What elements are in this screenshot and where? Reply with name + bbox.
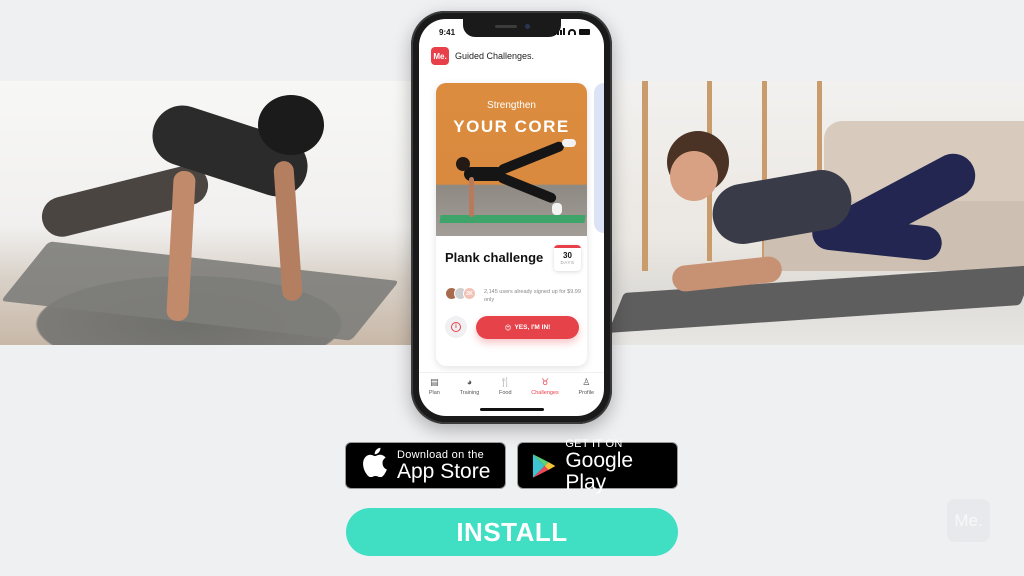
tab-label: Challenges (531, 390, 559, 396)
heart-eyes-emoji-icon: 😍 (504, 324, 512, 332)
bottom-tab-bar: ▤ Plan ◕ Training 🍴 Food ♉ Challenges ♙ … (419, 372, 604, 402)
challenges-icon: ♉ (540, 377, 550, 387)
tab-food[interactable]: 🍴 Food (499, 373, 512, 402)
training-icon: ◕ (466, 377, 473, 387)
calendar-top (554, 245, 581, 248)
tab-training[interactable]: ◕ Training (460, 373, 480, 402)
google-play-small-text: GET IT ON (565, 437, 623, 450)
brand-watermark-logo: Me. (947, 499, 990, 542)
app-store-small-text: Download on the (397, 448, 485, 461)
app-title: Guided Challenges. (455, 51, 535, 61)
days-label: DAYS (560, 260, 575, 265)
photo-woman-plank-right (612, 81, 1024, 345)
yoga-mat (0, 241, 400, 341)
join-challenge-button[interactable]: 😍 YES, I'M IN! (476, 316, 579, 339)
google-play-icon (532, 453, 556, 478)
speaker (494, 25, 517, 28)
home-indicator (479, 408, 544, 411)
status-time: 9:41 (439, 28, 456, 37)
challenge-card-image: Strengthen YOUR CORE (436, 83, 587, 236)
signup-text: 2,145 users already signed up for $9.99 … (484, 289, 581, 303)
shelf (642, 81, 648, 271)
info-icon: i (451, 322, 461, 332)
image-subtitle: Strengthen (487, 100, 536, 111)
google-play-text: GET IT ON Google Play (565, 438, 677, 494)
tab-label: Profile (578, 390, 595, 396)
tab-plan[interactable]: ▤ Plan (429, 373, 440, 402)
battery-icon (579, 28, 590, 35)
cutlery-icon: 🍴 (499, 377, 511, 387)
challenge-card[interactable]: Strengthen YOUR CORE Plank challenge 30 … (436, 83, 587, 366)
figure-head (456, 157, 470, 171)
wifi-icon (568, 28, 576, 35)
signal-icon (554, 28, 565, 35)
days-number: 30 (563, 251, 572, 260)
profile-icon: ♙ (582, 377, 591, 387)
install-button[interactable]: INSTALL (346, 508, 678, 556)
phone-screen: 9:41 Me. Guided Challenges. Strengthen Y… (419, 19, 604, 416)
challenge-title: Plank challenge (445, 250, 544, 265)
app-store-text: Download on the App Store (397, 449, 490, 483)
next-card-peek[interactable] (594, 83, 604, 233)
phone-mockup: 9:41 Me. Guided Challenges. Strengthen Y… (411, 11, 612, 424)
app-store-button[interactable]: Download on the App Store (345, 442, 506, 489)
calendar-icon: ▤ (430, 377, 439, 387)
tab-challenges[interactable]: ♉ Challenges (531, 373, 559, 402)
user-avatars: 2K (445, 287, 476, 300)
status-icons (554, 28, 590, 35)
tab-profile[interactable]: ♙ Profile (579, 373, 595, 402)
photo-woman-plank-left (0, 81, 420, 345)
apple-icon (359, 447, 389, 484)
info-button[interactable]: i (445, 316, 467, 338)
figure-head (258, 95, 324, 155)
app-logo: Me. (431, 47, 449, 65)
tab-label: Food (498, 390, 512, 396)
days-badge: 30 DAYS (554, 245, 581, 271)
avatar-count-badge: 2K (463, 287, 476, 300)
figure-leg (496, 140, 566, 176)
app-header: Me. Guided Challenges. (431, 47, 534, 65)
google-play-big-text: Google Play (565, 448, 634, 494)
tab-label: Training (459, 390, 480, 396)
figure-arm (469, 177, 474, 217)
join-button-label: YES, I'M IN! (514, 324, 551, 331)
yoga-mat (439, 215, 586, 223)
image-title: YOUR CORE (453, 117, 570, 136)
figure-face (670, 151, 718, 201)
google-play-button[interactable]: GET IT ON Google Play (517, 438, 678, 493)
figure-shoe (552, 203, 562, 215)
camera (524, 24, 530, 29)
app-store-big-text: App Store (397, 459, 491, 483)
figure-shoe (562, 139, 576, 147)
figure-leg (496, 171, 558, 205)
tab-label: Plan (428, 390, 440, 396)
phone-notch (462, 19, 561, 37)
